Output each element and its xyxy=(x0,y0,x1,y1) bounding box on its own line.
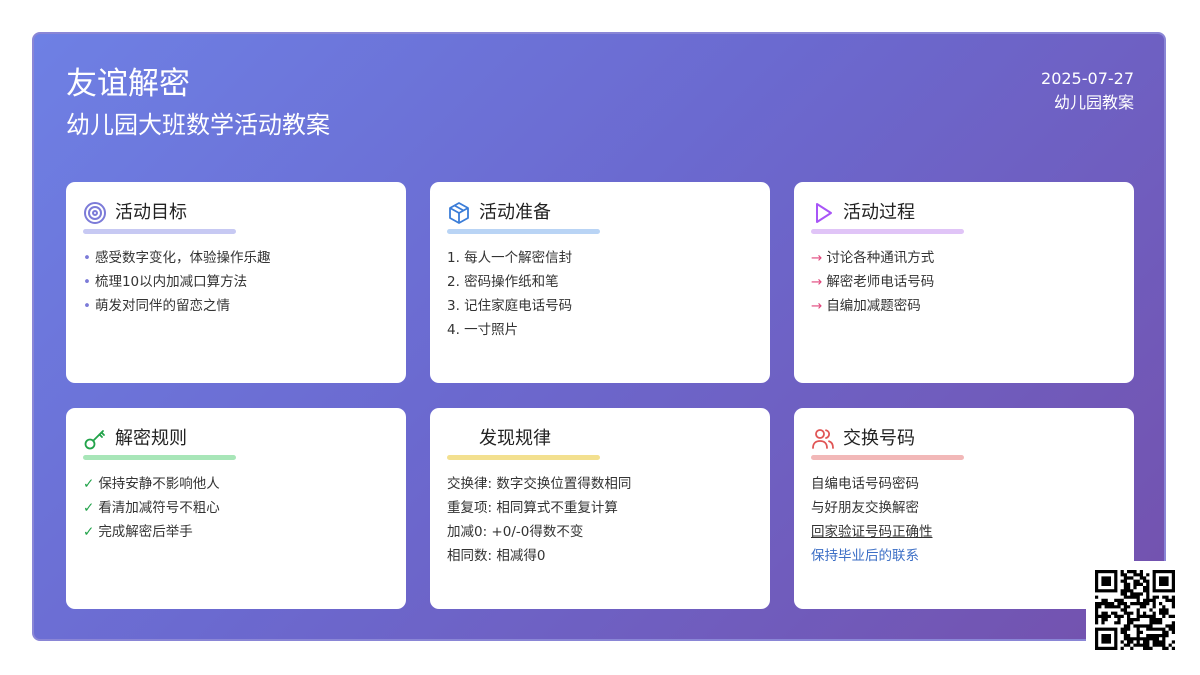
list-item: 与好朋友交换解密 xyxy=(811,500,919,516)
card-find-patterns: 发现规律 交换律: 数字交换位置得数相同 重复项: 相同算式不重复计算 加减0:… xyxy=(430,408,770,609)
list-item: 回家验证号码正确性 xyxy=(811,524,933,540)
list-item: • 萌发对同伴的留恋之情 xyxy=(83,298,230,314)
card-title: 活动准备 xyxy=(479,202,551,223)
prep-list: 1. 每人一个解密信封 2. 密码操作纸和笔 3. 记住家庭电话号码 4. 一寸… xyxy=(447,246,572,342)
list-item: ✓ 完成解密后举手 xyxy=(83,524,193,540)
list-item: → 自编加减题密码 xyxy=(811,298,921,314)
list-item: 相同数: 相减得0 xyxy=(447,548,546,564)
process-list: → 讨论各种通讯方式 → 解密老师电话号码 → 自编加减题密码 xyxy=(811,246,934,318)
card-activity-process: 活动过程 → 讨论各种通讯方式 → 解密老师电话号码 → 自编加减题密码 xyxy=(794,182,1134,383)
card-title: 发现规律 xyxy=(479,428,551,449)
list-item: → 解密老师电话号码 xyxy=(811,274,935,290)
list-item: 加减0: +0/-0得数不变 xyxy=(447,524,584,540)
lightbulb-icon xyxy=(447,427,471,451)
date-label: 2025-07-27 xyxy=(1041,69,1134,88)
play-icon xyxy=(811,201,835,225)
list-item: ✓ 保持安静不影响他人 xyxy=(83,476,220,492)
card-title: 解密规则 xyxy=(115,428,187,449)
card-activity-goals: 活动目标 • 感受数字变化，体验操作乐趣 • 梳理10以内加减口算方法 • 萌发对同伴… xyxy=(66,182,406,383)
users-icon xyxy=(811,427,835,451)
card-title: 交换号码 xyxy=(843,428,915,449)
patterns-list: 交换律: 数字交换位置得数相同 重复项: 相同算式不重复计算 加减0: +0/-… xyxy=(447,472,631,568)
title-underline xyxy=(811,455,964,460)
list-item: 重复项: 相同算式不重复计算 xyxy=(447,500,618,516)
card-title: 活动过程 xyxy=(843,202,915,223)
page-subtitle: 幼儿园大班数学活动教案 xyxy=(66,111,330,139)
key-icon xyxy=(83,427,107,451)
list-item: • 感受数字变化，体验操作乐趣 xyxy=(83,250,271,266)
card-decrypt-rules: 解密规则 ✓ 保持安静不影响他人 ✓ 看清加减符号不粗心 ✓ 完成解密后举手 xyxy=(66,408,406,609)
qr-code-icon xyxy=(1086,561,1184,659)
card-title: 活动目标 xyxy=(115,202,187,223)
list-item: 保持毕业后的联系 xyxy=(811,548,919,564)
list-item: 自编电话号码密码 xyxy=(811,476,919,492)
page-title: 友谊解密 xyxy=(66,66,190,102)
exchange-list: 自编电话号码密码 与好朋友交换解密 回家验证号码正确性 保持毕业后的联系 xyxy=(811,472,933,568)
card-exchange-numbers: 交换号码 自编电话号码密码 与好朋友交换解密 回家验证号码正确性 保持毕业后的联… xyxy=(794,408,1134,609)
list-item: 3. 记住家庭电话号码 xyxy=(447,298,573,314)
category-label: 幼儿园教案 xyxy=(1053,93,1134,112)
title-underline xyxy=(447,229,600,234)
list-item: 交换律: 数字交换位置得数相同 xyxy=(447,476,632,492)
list-item: 4. 一寸照片 xyxy=(447,322,519,338)
list-item: 1. 每人一个解密信封 xyxy=(447,250,573,266)
card-activity-prep: 活动准备 1. 每人一个解密信封 2. 密码操作纸和笔 3. 记住家庭电话号码 … xyxy=(430,182,770,383)
title-underline xyxy=(83,229,236,234)
list-item: • 梳理10以内加减口算方法 xyxy=(83,274,248,290)
rules-list: ✓ 保持安静不影响他人 ✓ 看清加减符号不粗心 ✓ 完成解密后举手 xyxy=(83,472,220,544)
list-item: ✓ 看清加减符号不粗心 xyxy=(83,500,220,516)
target-icon xyxy=(83,201,107,225)
title-underline xyxy=(811,229,964,234)
title-underline xyxy=(447,455,600,460)
goals-list: • 感受数字变化，体验操作乐趣 • 梳理10以内加减口算方法 • 萌发对同伴的留恋之情 xyxy=(83,246,270,318)
box-icon xyxy=(447,201,471,225)
list-item: 2. 密码操作纸和笔 xyxy=(447,274,559,290)
list-item: → 讨论各种通讯方式 xyxy=(811,250,935,266)
title-underline xyxy=(83,455,236,460)
